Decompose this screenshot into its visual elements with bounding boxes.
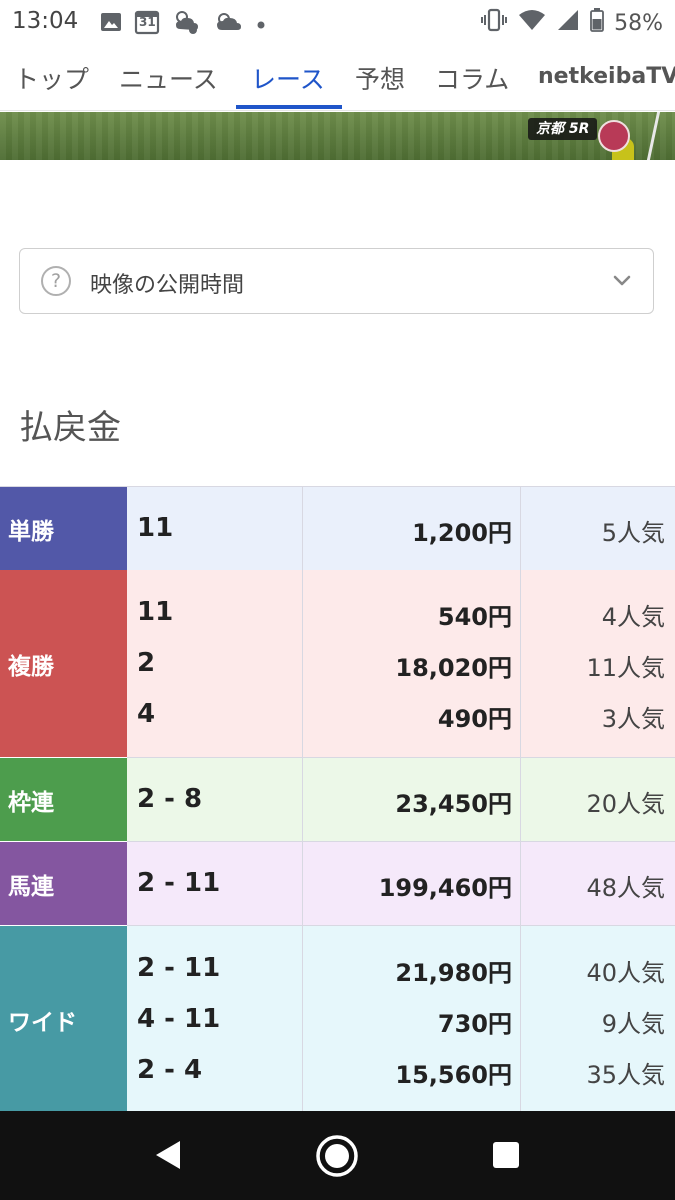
question-icon: ? xyxy=(41,266,71,296)
payout-amount-cell: 23,450円 xyxy=(303,758,521,842)
payout-amount: 540円 xyxy=(437,603,512,631)
horse-number: 11 xyxy=(137,597,174,627)
horse-number: 2 - 8 xyxy=(137,784,203,814)
payout-amount: 199,460円 xyxy=(378,874,512,902)
bet-type-label: 馬連 xyxy=(0,842,127,926)
popularity-cell: 5人気 xyxy=(521,487,675,571)
race-badge: 京都 5R xyxy=(528,118,598,140)
horse-number-cell: 11 2 4 xyxy=(127,570,303,758)
popularity-rank: 35人気 xyxy=(586,1061,665,1089)
tab-netkeibatv[interactable]: netkeibaTV xyxy=(538,64,675,112)
popularity-cell: 4人気 11人気 3人気 xyxy=(521,570,675,758)
payout-amount: 18,020円 xyxy=(395,654,512,682)
payout-row: ワイド 2 - 11 4 - 11 2 - 4 21,980円 730円 15,560円 40… xyxy=(0,926,675,1114)
payout-amount-cell: 540円 18,020円 490円 xyxy=(303,570,521,758)
bet-type-label: 単勝 xyxy=(0,487,127,571)
wifi-icon xyxy=(518,9,546,37)
tab-prediction[interactable]: 予想 xyxy=(355,60,405,108)
disclosure-label: 映像の公開時間 xyxy=(90,273,245,298)
home-icon[interactable] xyxy=(314,1133,360,1183)
payout-amount-cell: 21,980円 730円 15,560円 xyxy=(303,926,521,1114)
popularity-rank: 40人気 xyxy=(586,959,665,987)
popularity-rank: 48人気 xyxy=(586,874,665,902)
horse-number-cell: 11 xyxy=(127,487,303,571)
battery-icon xyxy=(590,8,604,38)
horse-number: 4 xyxy=(137,699,156,729)
calendar-icon: 31 xyxy=(134,9,160,39)
weather-rain-icon xyxy=(172,9,202,39)
active-tab-indicator xyxy=(236,105,342,109)
payout-amount: 490円 xyxy=(437,705,512,733)
payout-amount: 15,560円 xyxy=(395,1061,512,1089)
horse-number: 2 - 11 xyxy=(137,953,221,983)
payout-row: 単勝 11 1,200円 5人気 xyxy=(0,486,675,571)
recents-icon[interactable] xyxy=(490,1139,522,1175)
back-icon[interactable] xyxy=(150,1137,186,1177)
payout-amount: 1,200円 xyxy=(412,519,512,547)
race-video[interactable]: 京都 5R xyxy=(0,112,675,160)
bet-type-label: 枠連 xyxy=(0,758,127,842)
payout-amount-cell: 1,200円 xyxy=(303,487,521,571)
section-tabs: トップ ニュース レース 予想 コラム netkeibaTV xyxy=(0,50,675,111)
payout-amount: 730円 xyxy=(437,1010,512,1038)
horse-number: 2 - 11 xyxy=(137,868,221,898)
calendar-day: 31 xyxy=(139,15,156,29)
payout-amount-cell: 199,460円 xyxy=(303,842,521,926)
tab-column[interactable]: コラム xyxy=(435,60,509,108)
payout-heading: 払戻金 xyxy=(19,408,121,448)
chevron-down-icon xyxy=(611,269,633,295)
notification-dot-icon xyxy=(256,15,266,34)
popularity-cell: 40人気 9人気 35人気 xyxy=(521,926,675,1114)
tab-race[interactable]: レース xyxy=(251,60,325,108)
horse-number-cell: 2 - 8 xyxy=(127,758,303,842)
video-release-time-disclosure[interactable]: ? 映像の公開時間 xyxy=(19,248,654,314)
payout-row: 枠連 2 - 8 23,450円 20人気 xyxy=(0,758,675,842)
popularity-rank: 20人気 xyxy=(586,790,665,818)
horse-number: 2 xyxy=(137,648,156,678)
popularity-cell: 48人気 xyxy=(521,842,675,926)
popularity-cell: 20人気 xyxy=(521,758,675,842)
system-navigation-bar xyxy=(0,1111,675,1200)
popularity-rank: 3人気 xyxy=(601,705,665,733)
horse-number: 11 xyxy=(137,513,174,543)
horse-number: 2 - 4 xyxy=(137,1055,203,1085)
cellular-signal-icon xyxy=(556,9,580,37)
payout-row: 複勝 11 2 4 540円 18,020円 490円 4人気 11人気 3人気 xyxy=(0,570,675,758)
status-time: 13:04 xyxy=(12,8,79,34)
tab-news[interactable]: ニュース xyxy=(119,60,218,108)
payout-amount: 21,980円 xyxy=(395,959,512,987)
image-icon xyxy=(100,11,122,37)
popularity-rank: 11人気 xyxy=(586,654,665,682)
status-bar: 13:04 31 58% xyxy=(0,0,675,48)
weather-cloud-icon xyxy=(214,10,244,38)
bet-type-label: 複勝 xyxy=(0,570,127,758)
bet-type-label: ワイド xyxy=(0,926,127,1114)
battery-percentage: 58% xyxy=(614,10,663,36)
jockey xyxy=(598,120,630,152)
popularity-rank: 5人気 xyxy=(601,519,665,547)
payout-amount: 23,450円 xyxy=(395,790,512,818)
horse-number-cell: 2 - 11 xyxy=(127,842,303,926)
popularity-rank: 9人気 xyxy=(601,1010,665,1038)
vibrate-icon xyxy=(480,8,508,38)
tab-top[interactable]: トップ xyxy=(14,60,89,108)
horse-number: 4 - 11 xyxy=(137,1004,221,1034)
payout-row: 馬連 2 - 11 199,460円 48人気 xyxy=(0,842,675,926)
horse-number-cell: 2 - 11 4 - 11 2 - 4 xyxy=(127,926,303,1114)
popularity-rank: 4人気 xyxy=(601,603,665,631)
